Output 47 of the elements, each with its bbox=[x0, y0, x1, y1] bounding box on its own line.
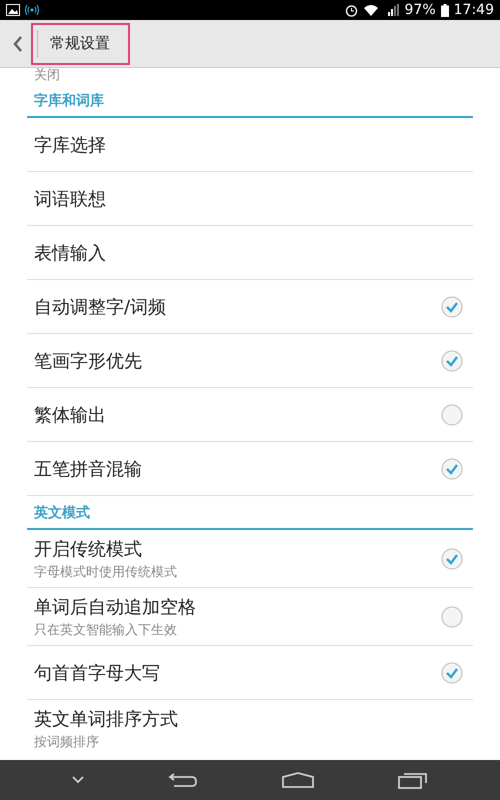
settings-row[interactable]: 笔画字形优先 bbox=[27, 334, 473, 388]
settings-row[interactable]: 表情输入 bbox=[27, 226, 473, 280]
image-icon bbox=[6, 4, 20, 16]
settings-row[interactable]: 英文单词排序方式 按词频排序 bbox=[27, 700, 473, 758]
setting-label: 开启传统模式 bbox=[34, 538, 143, 560]
setting-summary: 只在英文智能输入下生效 bbox=[34, 622, 178, 638]
settings-row[interactable]: 字库选择 bbox=[27, 118, 473, 172]
settings-row[interactable]: 单词后自动追加空格 只在英文智能输入下生效 bbox=[27, 588, 473, 646]
back-icon[interactable] bbox=[13, 36, 23, 52]
cell-signal-icon bbox=[388, 4, 400, 16]
checked-checkbox[interactable] bbox=[441, 350, 463, 372]
battery-percent: 97% bbox=[404, 2, 436, 18]
setting-summary: 字母模式时使用传统模式 bbox=[34, 564, 177, 580]
settings-row[interactable]: 词语联想 bbox=[27, 172, 473, 226]
alarm-icon bbox=[344, 4, 358, 16]
recent-apps-icon[interactable] bbox=[398, 771, 428, 789]
checked-checkbox[interactable] bbox=[441, 548, 463, 570]
settings-row[interactable]: 开启传统模式 字母模式时使用传统模式 bbox=[27, 530, 473, 588]
battery-icon bbox=[440, 4, 449, 16]
setting-label: 笔画字形优先 bbox=[34, 350, 142, 372]
screen-title: 常规设置 bbox=[50, 34, 110, 53]
setting-label: 词语联想 bbox=[34, 188, 106, 210]
home-icon[interactable] bbox=[282, 772, 314, 788]
section-header: 字库和词库 bbox=[27, 84, 473, 118]
settings-row[interactable]: 五笔拼音混输 bbox=[27, 442, 473, 496]
settings-row[interactable]: 句首首字母大写 bbox=[27, 646, 473, 700]
setting-label: 自动调整字/词频 bbox=[34, 296, 166, 318]
setting-label: 五笔拼音混输 bbox=[34, 458, 142, 480]
setting-label: 繁体输出 bbox=[34, 404, 106, 426]
settings-row[interactable]: 自动调整字/词频 bbox=[27, 280, 473, 334]
setting-summary: 按词频排序 bbox=[34, 734, 100, 751]
signal-broadcast-icon bbox=[25, 4, 39, 16]
unchecked-checkbox[interactable] bbox=[441, 404, 463, 426]
unchecked-checkbox[interactable] bbox=[441, 606, 463, 628]
setting-label: 英文单词排序方式 bbox=[34, 708, 178, 731]
setting-label: 表情输入 bbox=[34, 242, 106, 264]
checked-checkbox[interactable] bbox=[441, 458, 463, 480]
checked-checkbox[interactable] bbox=[441, 296, 463, 318]
clock: 17:49 bbox=[454, 2, 494, 18]
setting-label: 字库选择 bbox=[34, 134, 106, 156]
setting-label: 句首首字母大写 bbox=[34, 662, 160, 684]
setting-summary: 关闭 bbox=[33, 68, 61, 84]
settings-row[interactable]: 繁体输出 bbox=[27, 388, 473, 442]
setting-label: 单词后自动追加空格 bbox=[34, 596, 196, 618]
section-header: 英文模式 bbox=[27, 496, 473, 530]
checked-checkbox[interactable] bbox=[441, 662, 463, 684]
chevron-down-icon[interactable] bbox=[72, 776, 84, 784]
